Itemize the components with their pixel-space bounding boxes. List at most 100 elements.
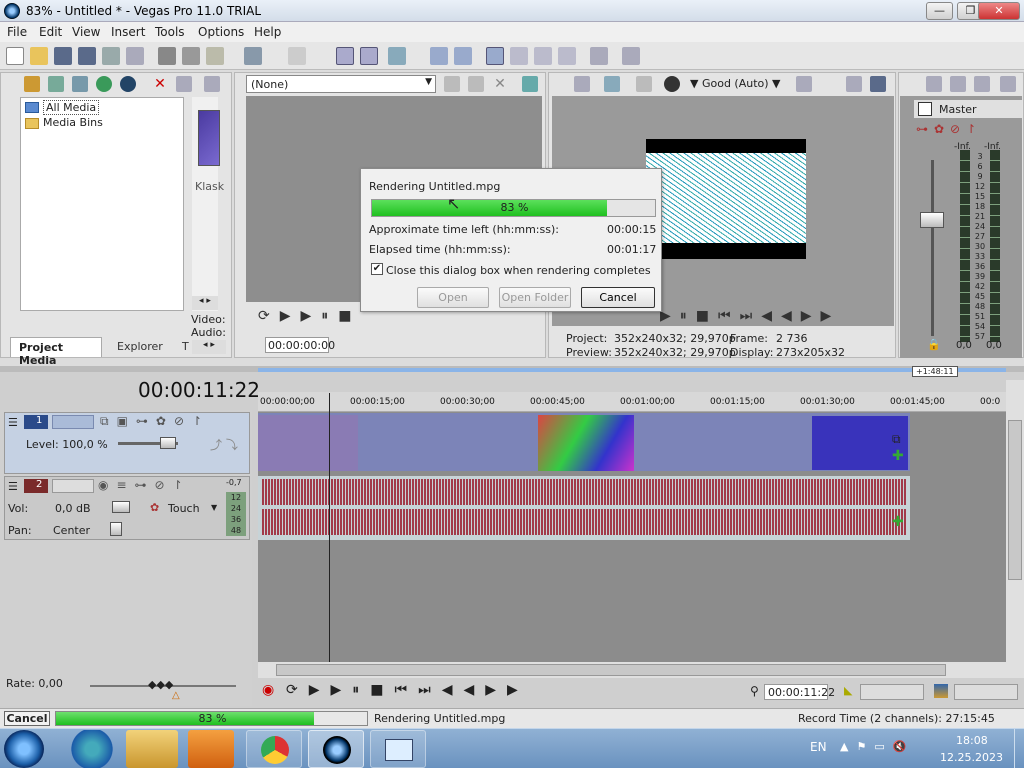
save-as-icon[interactable] xyxy=(78,47,96,65)
audio-track-collapse-icon[interactable]: ☰ xyxy=(8,480,18,493)
rate-slider[interactable]: ◆◆◆ xyxy=(148,678,173,691)
clock-date[interactable]: 12.25.2023 xyxy=(940,751,1003,764)
audio-event-envelope-icon[interactable]: ✚ xyxy=(892,514,904,530)
checkbox-label[interactable]: Close this dialog box when rendering com… xyxy=(386,264,651,277)
preview-properties-icon[interactable] xyxy=(574,76,590,92)
preview-quality[interactable]: ▼ Good (Auto) ▼ xyxy=(690,77,781,90)
menu-edit[interactable]: Edit xyxy=(39,25,62,39)
master-controls-icons[interactable]: ⊶✿⊘↾ xyxy=(916,122,982,136)
audio-track-name[interactable] xyxy=(52,479,94,493)
compositing-icons[interactable]: ⤴ ⤵ xyxy=(210,436,238,453)
ignore-grouping-icon[interactable] xyxy=(534,47,552,65)
whats-this-icon[interactable] xyxy=(622,47,640,65)
tree-item-media-bins[interactable]: Media Bins xyxy=(43,116,103,129)
menu-insert[interactable]: Insert xyxy=(111,25,145,39)
cancel-render-button[interactable]: Cancel xyxy=(4,711,50,726)
mixer-fx-icon[interactable] xyxy=(950,76,966,92)
selection-length-field[interactable] xyxy=(860,684,924,700)
media-properties-icon[interactable] xyxy=(176,76,192,92)
transport-icons[interactable]: ⟳▶▶⏸■⏮⏭◀◀▶▶ xyxy=(286,682,529,698)
master-fader[interactable] xyxy=(920,212,944,228)
horizontal-scroll-thumb[interactable] xyxy=(276,664,946,676)
trimmer-clear-icon[interactable]: ✕ xyxy=(492,76,508,92)
selection-end-field[interactable] xyxy=(954,684,1018,700)
capture-icon[interactable] xyxy=(48,76,64,92)
mixer-insert-bus-icon[interactable] xyxy=(926,76,942,92)
track-fx-icon[interactable]: ✿ xyxy=(150,501,159,514)
brush-icon[interactable] xyxy=(590,47,608,65)
volume-slider[interactable] xyxy=(112,501,130,513)
get-media-icon[interactable] xyxy=(72,76,88,92)
auto-crossfade-icon[interactable] xyxy=(510,47,528,65)
video-track-buttons[interactable]: ⧉▣⊶✿⊘↾ xyxy=(100,414,210,429)
chrome-taskbar-button[interactable] xyxy=(246,730,302,768)
enable-snapping-icon[interactable] xyxy=(486,47,504,65)
media-thumbnail[interactable] xyxy=(198,110,220,166)
overlays-icon[interactable] xyxy=(796,76,812,92)
clock-time[interactable]: 18:08 xyxy=(956,734,988,747)
menu-tools[interactable]: Tools xyxy=(155,25,185,39)
automation-mode[interactable]: Touch xyxy=(168,502,200,515)
cancel-button[interactable]: Cancel xyxy=(581,287,655,308)
vertical-scroll-thumb[interactable] xyxy=(1008,420,1022,580)
snapshot-icon[interactable]: ⚲ xyxy=(750,684,759,698)
save-snapshot-icon[interactable] xyxy=(870,76,886,92)
track-collapse-icon[interactable]: ☰ xyxy=(8,416,18,429)
menu-view[interactable]: View xyxy=(72,25,100,39)
vegas-taskbar-button[interactable] xyxy=(308,730,364,768)
preview-transport-icons[interactable]: ▶⏸■⏮⏭◀◀▶▶ xyxy=(660,308,840,324)
snap-icon[interactable] xyxy=(388,47,406,65)
menu-file[interactable]: File xyxy=(7,25,27,39)
external-monitor-icon[interactable] xyxy=(604,76,620,92)
media-player-icon[interactable] xyxy=(188,730,234,768)
copy-icon[interactable] xyxy=(182,47,200,65)
preview-fx-icon[interactable] xyxy=(664,76,680,92)
open-icon[interactable] xyxy=(30,47,48,65)
trimmer-previous-icon[interactable] xyxy=(444,76,460,92)
loop-region-bar[interactable] xyxy=(258,368,1006,372)
pan-slider[interactable] xyxy=(110,522,122,536)
cut-icon[interactable] xyxy=(158,47,176,65)
playhead[interactable] xyxy=(329,393,330,663)
redo-icon[interactable] xyxy=(288,47,306,65)
trimmer-history-select[interactable]: (None) ▼ xyxy=(246,75,436,93)
refresh-icon[interactable] xyxy=(96,76,112,92)
close-button[interactable]: ✕ xyxy=(978,2,1020,20)
lock-envelopes-icon[interactable] xyxy=(454,47,472,65)
video-track-name[interactable] xyxy=(52,415,94,429)
tree-item-all-media[interactable]: All Media xyxy=(43,100,100,115)
import-media-icon[interactable] xyxy=(24,76,40,92)
views-icon[interactable] xyxy=(204,76,220,92)
tab-transitions[interactable]: T xyxy=(182,340,189,353)
trimmer-window-icon[interactable] xyxy=(522,76,538,92)
menu-options[interactable]: Options xyxy=(198,25,244,39)
audio-track-buttons[interactable]: ◉≡⊶⊘↾ xyxy=(98,478,191,492)
internet-explorer-icon[interactable] xyxy=(64,730,120,768)
mixer-downmix-icon[interactable] xyxy=(974,76,990,92)
lock-icon[interactable] xyxy=(558,47,576,65)
open-folder-button[interactable]: Open Folder xyxy=(499,287,571,308)
minimize-button[interactable]: — xyxy=(926,2,953,20)
render-taskbar-button[interactable] xyxy=(370,730,426,768)
auto-ripple-icon[interactable] xyxy=(430,47,448,65)
split-screen-icon[interactable] xyxy=(636,76,652,92)
horizontal-scroll-arrows[interactable]: ◂ ▸ xyxy=(192,296,218,310)
render-icon[interactable] xyxy=(102,47,120,65)
tab-scroll-arrows[interactable]: ◂ ▸ xyxy=(192,340,226,354)
tab-project-media[interactable]: Project Media xyxy=(10,337,102,367)
remove-icon[interactable]: ✕ xyxy=(152,76,168,92)
search-icon[interactable] xyxy=(120,76,136,92)
close-on-complete-checkbox[interactable]: ✔ xyxy=(371,263,383,275)
language-indicator[interactable]: EN xyxy=(810,740,827,754)
mixer-dim-icon[interactable] xyxy=(1000,76,1016,92)
trimmer-transport-icons[interactable]: ⟳▶▶⏸■ xyxy=(258,308,362,324)
trimmer-next-icon[interactable] xyxy=(468,76,484,92)
normal-edit-tool-icon[interactable] xyxy=(336,47,354,65)
chevron-down-icon[interactable]: ▼ xyxy=(211,503,217,512)
file-explorer-icon[interactable] xyxy=(126,730,178,768)
new-icon[interactable] xyxy=(6,47,24,65)
save-icon[interactable] xyxy=(54,47,72,65)
start-button[interactable] xyxy=(4,730,44,768)
copy-snapshot-icon[interactable] xyxy=(846,76,862,92)
show-desktop-button[interactable] xyxy=(1014,729,1024,768)
